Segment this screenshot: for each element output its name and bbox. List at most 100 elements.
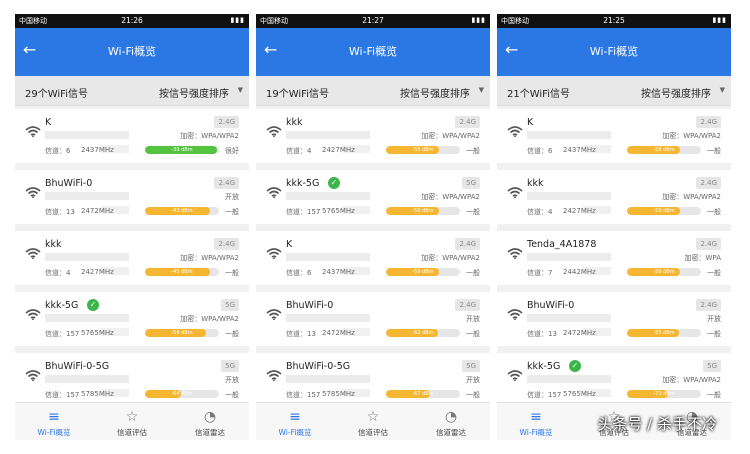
network-name: kkk — [45, 239, 62, 250]
list-item[interactable]: K 2.4G 加密：WPA/WPA2 信道：6 2437MHz -58 dBm 一般 — [497, 109, 731, 163]
tab-wifi-overview[interactable]: ≡ Wi-Fi概览 — [497, 403, 575, 440]
wifi-signal-icon — [266, 183, 282, 199]
tab-label: 信道评估 — [358, 428, 388, 437]
wifi-count: 29个WiFi信号 — [25, 89, 88, 100]
list-item[interactable]: kkk 2.4G 加密：WPA/WPA2 信道：4 2427MHz -55 dBm 一般 — [256, 109, 490, 163]
network-name: BhuWiFi-0 — [286, 300, 334, 311]
channel-label: 信道：6 — [286, 269, 312, 277]
battery-icon: ▮▮▮ — [230, 16, 245, 24]
signal-dbm-label: -39 dBm — [171, 147, 193, 153]
signal-dbm-label: -62 dBm — [412, 330, 434, 336]
bottom-nav: ≡ Wi-Fi概览 ☆ 信道评估 ◔ 信道雷达 — [15, 402, 249, 440]
band-badge: 2.4G — [696, 116, 721, 128]
mac-address-redacted — [45, 253, 129, 261]
encryption-label: 开放 — [466, 315, 480, 323]
status-time: 21:27 — [362, 16, 384, 25]
encryption-label: 加密：WPA/WPA2 — [180, 132, 239, 140]
signal-quality-label: 一般 — [466, 147, 480, 155]
caret-down-icon[interactable]: ▼ — [479, 86, 484, 94]
signal-strength-bar: -54 dBm — [145, 329, 219, 337]
status-bar: 中国移动 21:27 ▮▮▮ — [256, 14, 490, 28]
signal-strength-bar: -39 dBm — [145, 146, 219, 154]
network-name: kkk — [286, 117, 303, 128]
caret-down-icon[interactable]: ▼ — [720, 86, 725, 94]
encryption-label: 开放 — [225, 376, 239, 384]
band-badge: 2.4G — [455, 299, 480, 311]
list-item[interactable]: BhuWiFi-0-5G 5G 开放 信道：157 5785MHz -64 dBm 一般 — [15, 353, 249, 407]
channel-label: 信道：157 — [286, 391, 321, 399]
tab-channel-radar[interactable]: ◔ 信道雷达 — [412, 403, 490, 440]
list-item[interactable]: kkk-5G ✓ 5G 加密：WPA/WPA2 信道：157 5765MHz -73 dBm… — [497, 353, 731, 407]
list-item[interactable]: BhuWiFi-0 2.4G 开放 信道：13 2472MHz -65 dBm 一般 — [497, 292, 731, 346]
filter-bar: 19个WiFi信号 按信号强度排序 ▼ — [256, 76, 490, 106]
list-item[interactable]: kkk-5G ✓ 5G 加密：WPA/WPA2 信道：157 5765MHz -54 dBm… — [15, 292, 249, 346]
list-item[interactable]: BhuWiFi-0-5G 5G 开放 信道：157 5785MHz -67 dBm 一般 — [256, 353, 490, 407]
encryption-label: 开放 — [466, 376, 480, 384]
mac-address-redacted — [45, 131, 129, 139]
wifi-list-icon: ≡ — [530, 409, 542, 425]
app-bar: ← Wi-Fi概览 — [497, 28, 731, 76]
page-title: Wi-Fi概览 — [107, 45, 157, 58]
battery-icon: ▮▮▮ — [471, 16, 486, 24]
channel-label: 信道：13 — [45, 208, 75, 216]
tab-label: Wi-Fi概览 — [37, 428, 71, 437]
signal-dbm-label: -58 dBm — [653, 147, 675, 153]
network-name: K — [45, 117, 52, 128]
mac-address-redacted — [527, 253, 611, 261]
sort-dropdown[interactable]: 按信号强度排序 — [400, 85, 470, 100]
tab-wifi-overview[interactable]: ≡ Wi-Fi概览 — [15, 403, 93, 440]
wifi-signal-icon — [507, 183, 523, 199]
star-icon: ☆ — [125, 409, 139, 425]
status-bar: 中国移动 21:26 ▮▮▮ — [15, 14, 249, 28]
frequency-label: 5785MHz — [322, 390, 355, 398]
sort-dropdown[interactable]: 按信号强度排序 — [641, 85, 711, 100]
band-badge: 2.4G — [214, 238, 239, 250]
page-title: Wi-Fi概览 — [589, 45, 639, 58]
signal-quality-label: 一般 — [225, 208, 239, 216]
band-badge: 2.4G — [214, 116, 239, 128]
list-item[interactable]: kkk 2.4G 加密：WPA/WPA2 信道：4 2427MHz -45 dBm 一般 — [15, 231, 249, 285]
network-name: BhuWiFi-0-5G — [286, 361, 351, 372]
signal-strength-bar: -64 dBm — [145, 390, 219, 398]
frequency-label: 5765MHz — [563, 390, 596, 398]
list-item[interactable]: BhuWiFi-0 2.4G 开放 信道：13 2472MHz -43 dBm 一般 — [15, 170, 249, 224]
list-item[interactable]: kkk-5G ✓ 5G 加密：WPA/WPA2 信道：157 5765MHz -56 dBm… — [256, 170, 490, 224]
list-item[interactable]: BhuWiFi-0 2.4G 开放 信道：13 2472MHz -62 dBm 一般 — [256, 292, 490, 346]
wifi-signal-icon — [266, 122, 282, 138]
tab-channel-eval[interactable]: ☆ 信道评估 — [93, 403, 171, 440]
sort-dropdown[interactable]: 按信号强度排序 — [159, 85, 229, 100]
status-time: 21:26 — [121, 16, 143, 25]
tab-label: 信道评估 — [117, 428, 147, 437]
frequency-label: 2472MHz — [322, 329, 355, 337]
caret-down-icon[interactable]: ▼ — [238, 86, 243, 94]
signal-quality-label: 一般 — [466, 269, 480, 277]
signal-strength-bar: -73 dBm — [627, 390, 701, 398]
signal-dbm-label: -43 dBm — [171, 208, 193, 214]
channel-label: 信道：6 — [45, 147, 71, 155]
wifi-signal-icon — [25, 366, 41, 382]
signal-quality-label: 一般 — [466, 391, 480, 399]
tab-channel-eval[interactable]: ☆ 信道评估 — [334, 403, 412, 440]
signal-dbm-label: -59 dBm — [653, 269, 675, 275]
signal-strength-bar: -65 dBm — [627, 329, 701, 337]
network-name: kkk-5G — [45, 300, 79, 311]
list-item[interactable]: kkk 2.4G 加密：WPA/WPA2 信道：4 2427MHz -59 dBm 一般 — [497, 170, 731, 224]
mac-address-redacted — [286, 192, 370, 200]
encryption-label: 加密：WPA/WPA2 — [421, 254, 480, 262]
band-badge: 2.4G — [455, 116, 480, 128]
tab-wifi-overview[interactable]: ≡ Wi-Fi概览 — [256, 403, 334, 440]
signal-strength-bar: -45 dBm — [145, 268, 219, 276]
mac-address-redacted — [286, 131, 370, 139]
band-badge: 2.4G — [455, 238, 480, 250]
signal-dbm-label: -45 dBm — [171, 269, 193, 275]
encryption-label: 加密：WPA/WPA2 — [662, 193, 721, 201]
signal-dbm-label: -59 dBm — [653, 208, 675, 214]
list-item[interactable]: K 2.4G 加密：WPA/WPA2 信道：6 2437MHz -39 dBm 很好 — [15, 109, 249, 163]
wifi-signal-icon — [266, 244, 282, 260]
list-item[interactable]: K 2.4G 加密：WPA/WPA2 信道：6 2437MHz -59 dBm 一般 — [256, 231, 490, 285]
frequency-label: 2427MHz — [81, 268, 114, 276]
tab-channel-radar[interactable]: ◔ 信道雷达 — [171, 403, 249, 440]
signal-strength-bar: -59 dBm — [627, 207, 701, 215]
signal-dbm-label: -55 dBm — [412, 147, 434, 153]
list-item[interactable]: Tenda_4A1878 2.4G 加密：WPA 信道：7 2442MHz -59 dBm… — [497, 231, 731, 285]
